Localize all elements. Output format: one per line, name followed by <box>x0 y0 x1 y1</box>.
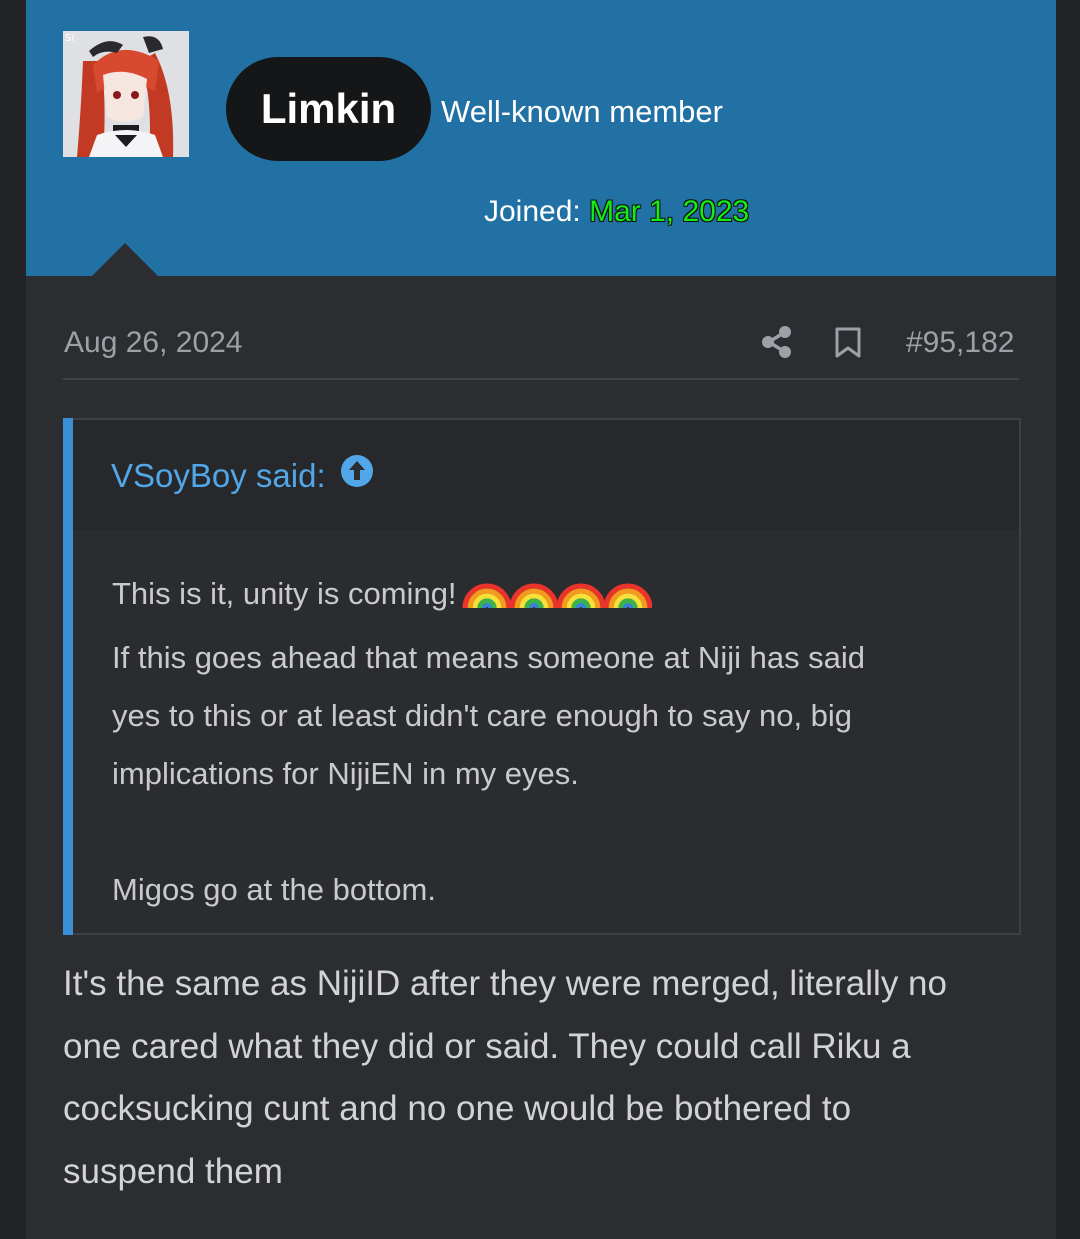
quote-line: This is it, unity is coming! <box>112 565 1002 629</box>
rainbow-emoji <box>603 583 653 609</box>
user-title: Well-known member <box>441 94 723 129</box>
header-pointer <box>91 243 159 277</box>
rainbow-emoji <box>462 583 512 609</box>
arrow-up-circle-icon[interactable] <box>340 454 374 496</box>
quote-line: If this goes ahead that means someone at… <box>112 640 866 675</box>
reply-line: one cared what they did or said. They co… <box>63 1026 911 1066</box>
user-header: S( Limkin Well-known member Joined: Mar … <box>26 0 1056 277</box>
quote-author[interactable]: VSoyBoy said: <box>111 457 326 494</box>
reply-line: It's the same as NijiID after they were … <box>63 964 947 1003</box>
bookmark-icon[interactable] <box>834 327 862 364</box>
quote-header: VSoyBoy said: <box>73 420 1019 530</box>
divider <box>63 378 1019 380</box>
reply-line: cocksucking cunt and no one would be bot… <box>63 1089 852 1128</box>
rainbow-emoji <box>509 583 559 609</box>
joined-date: Mar 1, 2023 <box>589 195 750 228</box>
quote-line: implications for NijiEN in my eyes. <box>112 756 579 791</box>
quote-body: This is it, unity is coming! If this goe… <box>112 565 1002 919</box>
forum-post: S( Limkin Well-known member Joined: Mar … <box>26 0 1056 1239</box>
username[interactable]: Limkin <box>226 57 431 161</box>
rainbow-emoji <box>556 583 606 609</box>
quote-accent-bar <box>63 418 73 935</box>
post-number[interactable]: #95,182 <box>906 326 1014 360</box>
share-icon[interactable] <box>761 325 793 364</box>
quote-block: VSoyBoy said: This is it, unity is comin… <box>63 418 1021 935</box>
joined-label: Joined: <box>484 195 581 228</box>
svg-text:S(: S( <box>65 33 75 44</box>
rainbow-emoji-group <box>461 566 653 629</box>
joined-info: Joined: Mar 1, 2023 <box>484 195 749 229</box>
post-date[interactable]: Aug 26, 2024 <box>64 326 243 360</box>
quote-line <box>112 803 1002 861</box>
avatar[interactable]: S( <box>63 31 189 157</box>
quote-line: Migos go at the bottom. <box>112 872 436 907</box>
avatar-image: S( <box>63 31 189 157</box>
quote-line: yes to this or at least didn't care enou… <box>112 698 853 733</box>
reply-body: It's the same as NijiID after they were … <box>63 953 1023 1203</box>
quote-author-link[interactable]: VSoyBoy said: <box>111 454 374 496</box>
reply-line: suspend them <box>63 1151 283 1191</box>
